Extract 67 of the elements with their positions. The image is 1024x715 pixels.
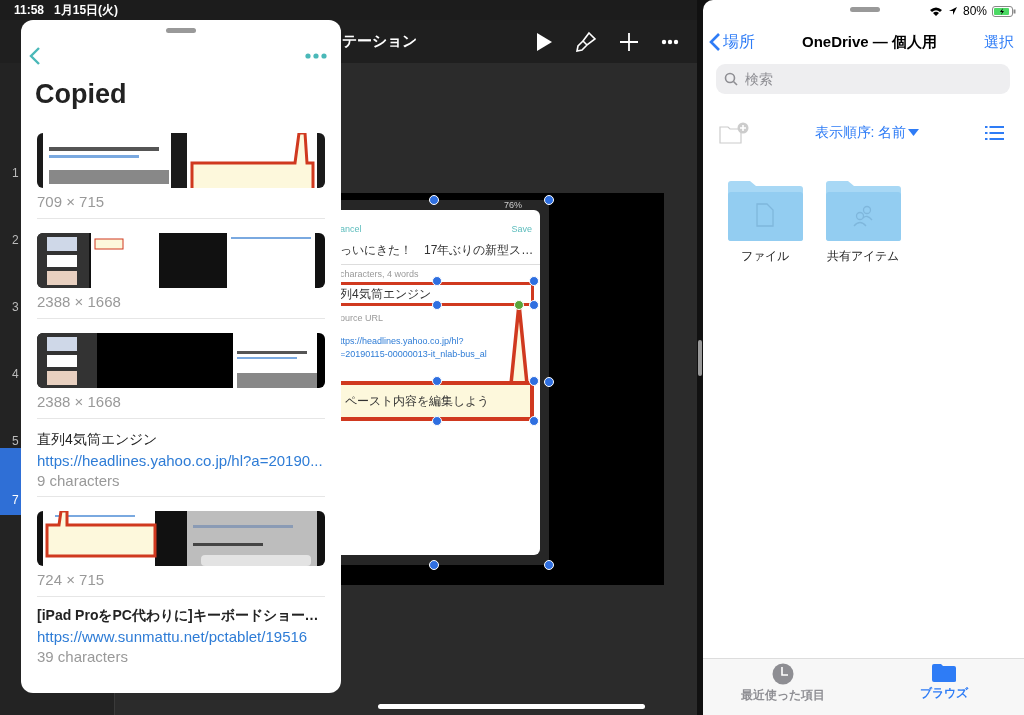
back-link[interactable]: 場所 [709, 31, 755, 53]
status-time: 11:58 [14, 3, 45, 17]
search-field[interactable]: 検索 [743, 70, 983, 88]
clock-icon [772, 663, 795, 685]
selection-handle[interactable] [432, 416, 442, 426]
caret-icon [908, 129, 920, 137]
image-size: 724 × 715 [37, 571, 106, 590]
chevron-left-icon [709, 32, 721, 52]
battery-level: 76% [504, 200, 522, 210]
search-bar[interactable]: 検索 [716, 64, 1010, 94]
stats-label: characters, 4 words [340, 268, 419, 279]
grabber-handle[interactable] [850, 7, 880, 12]
document-title: テーション [342, 32, 417, 51]
search-icon [724, 72, 738, 86]
callout-text: ペースト内容を編集しよう [345, 392, 489, 410]
slide-number[interactable]: 2 [0, 180, 21, 247]
selection-handle[interactable] [544, 560, 554, 570]
tab-bar-item[interactable]: 最近使った項目 [703, 659, 864, 715]
selection-handle[interactable] [429, 195, 439, 205]
tab-bar-item[interactable]: ブラウズ [863, 659, 1024, 715]
play-icon[interactable] [535, 31, 553, 52]
slide-number[interactable]: 3 [0, 247, 21, 314]
slide-number[interactable]: 7 [0, 448, 21, 515]
clip-text[interactable]: 直列4気筒エンジン [37, 431, 157, 449]
list-view-icon[interactable] [985, 126, 1004, 140]
split-handle[interactable] [698, 339, 702, 376]
selection-handle[interactable] [544, 195, 554, 205]
selection-handle[interactable] [432, 300, 442, 310]
more-icon[interactable] [661, 38, 679, 45]
image-size: 2388 × 1668 [37, 293, 122, 312]
slide-number[interactable]: 1 [0, 113, 21, 180]
save-label: Save [511, 224, 532, 234]
slide-number[interactable]: 5 [0, 381, 21, 448]
folder-title: OneDrive — 個人用 [801, 32, 938, 52]
selection-handle[interactable] [529, 276, 539, 286]
add-icon[interactable] [619, 31, 639, 52]
grabber-handle[interactable] [166, 28, 196, 33]
url-text: ttps://headlines.yahoo.co.jp/hl? =20190115-00000013-it_nlab-bus_al [340, 335, 487, 361]
image-size: 709 × 715 [37, 193, 106, 212]
location-icon [947, 6, 958, 16]
selection-handle[interactable] [432, 276, 442, 286]
selection-handle[interactable] [529, 300, 539, 310]
character-count: 39 characters [37, 648, 129, 665]
panel-title: Copied [34, 78, 128, 110]
folder-name: 共有アイテム [827, 248, 899, 265]
paintbrush-icon[interactable] [575, 30, 597, 53]
cancel-label: ancel [340, 224, 362, 234]
sort-menu[interactable]: 表示順序: 名前 [749, 124, 985, 142]
status-date: 1月15日(火) [54, 1, 119, 19]
select-button[interactable]: 選択 [984, 32, 1014, 52]
battery-percent: 80% [962, 4, 987, 18]
selection-handle[interactable] [429, 560, 439, 570]
selection-handle[interactable] [432, 376, 442, 386]
character-count: 9 characters [37, 472, 121, 489]
folder-name: ファイル [741, 248, 789, 265]
slide-number[interactable]: 4 [0, 314, 21, 381]
battery-icon [992, 5, 1016, 17]
selection-handle[interactable] [529, 416, 539, 426]
note-body: 列4気筒エンジン [340, 285, 431, 303]
wifi-icon [928, 5, 943, 17]
folder-icon [930, 663, 957, 683]
clip-url[interactable]: https://headlines.yahoo.co.jp/hl?a=20190... [37, 452, 325, 469]
source-label: ource URL [340, 312, 385, 323]
pointer-handle[interactable] [514, 300, 524, 310]
image-size: 2388 × 1668 [37, 393, 122, 412]
clip-url[interactable]: https://www.sunmattu.net/pctablet/19516 [37, 628, 325, 645]
clip-text[interactable]: [iPad ProをPC代わりに]キーボードショー… [37, 607, 319, 625]
